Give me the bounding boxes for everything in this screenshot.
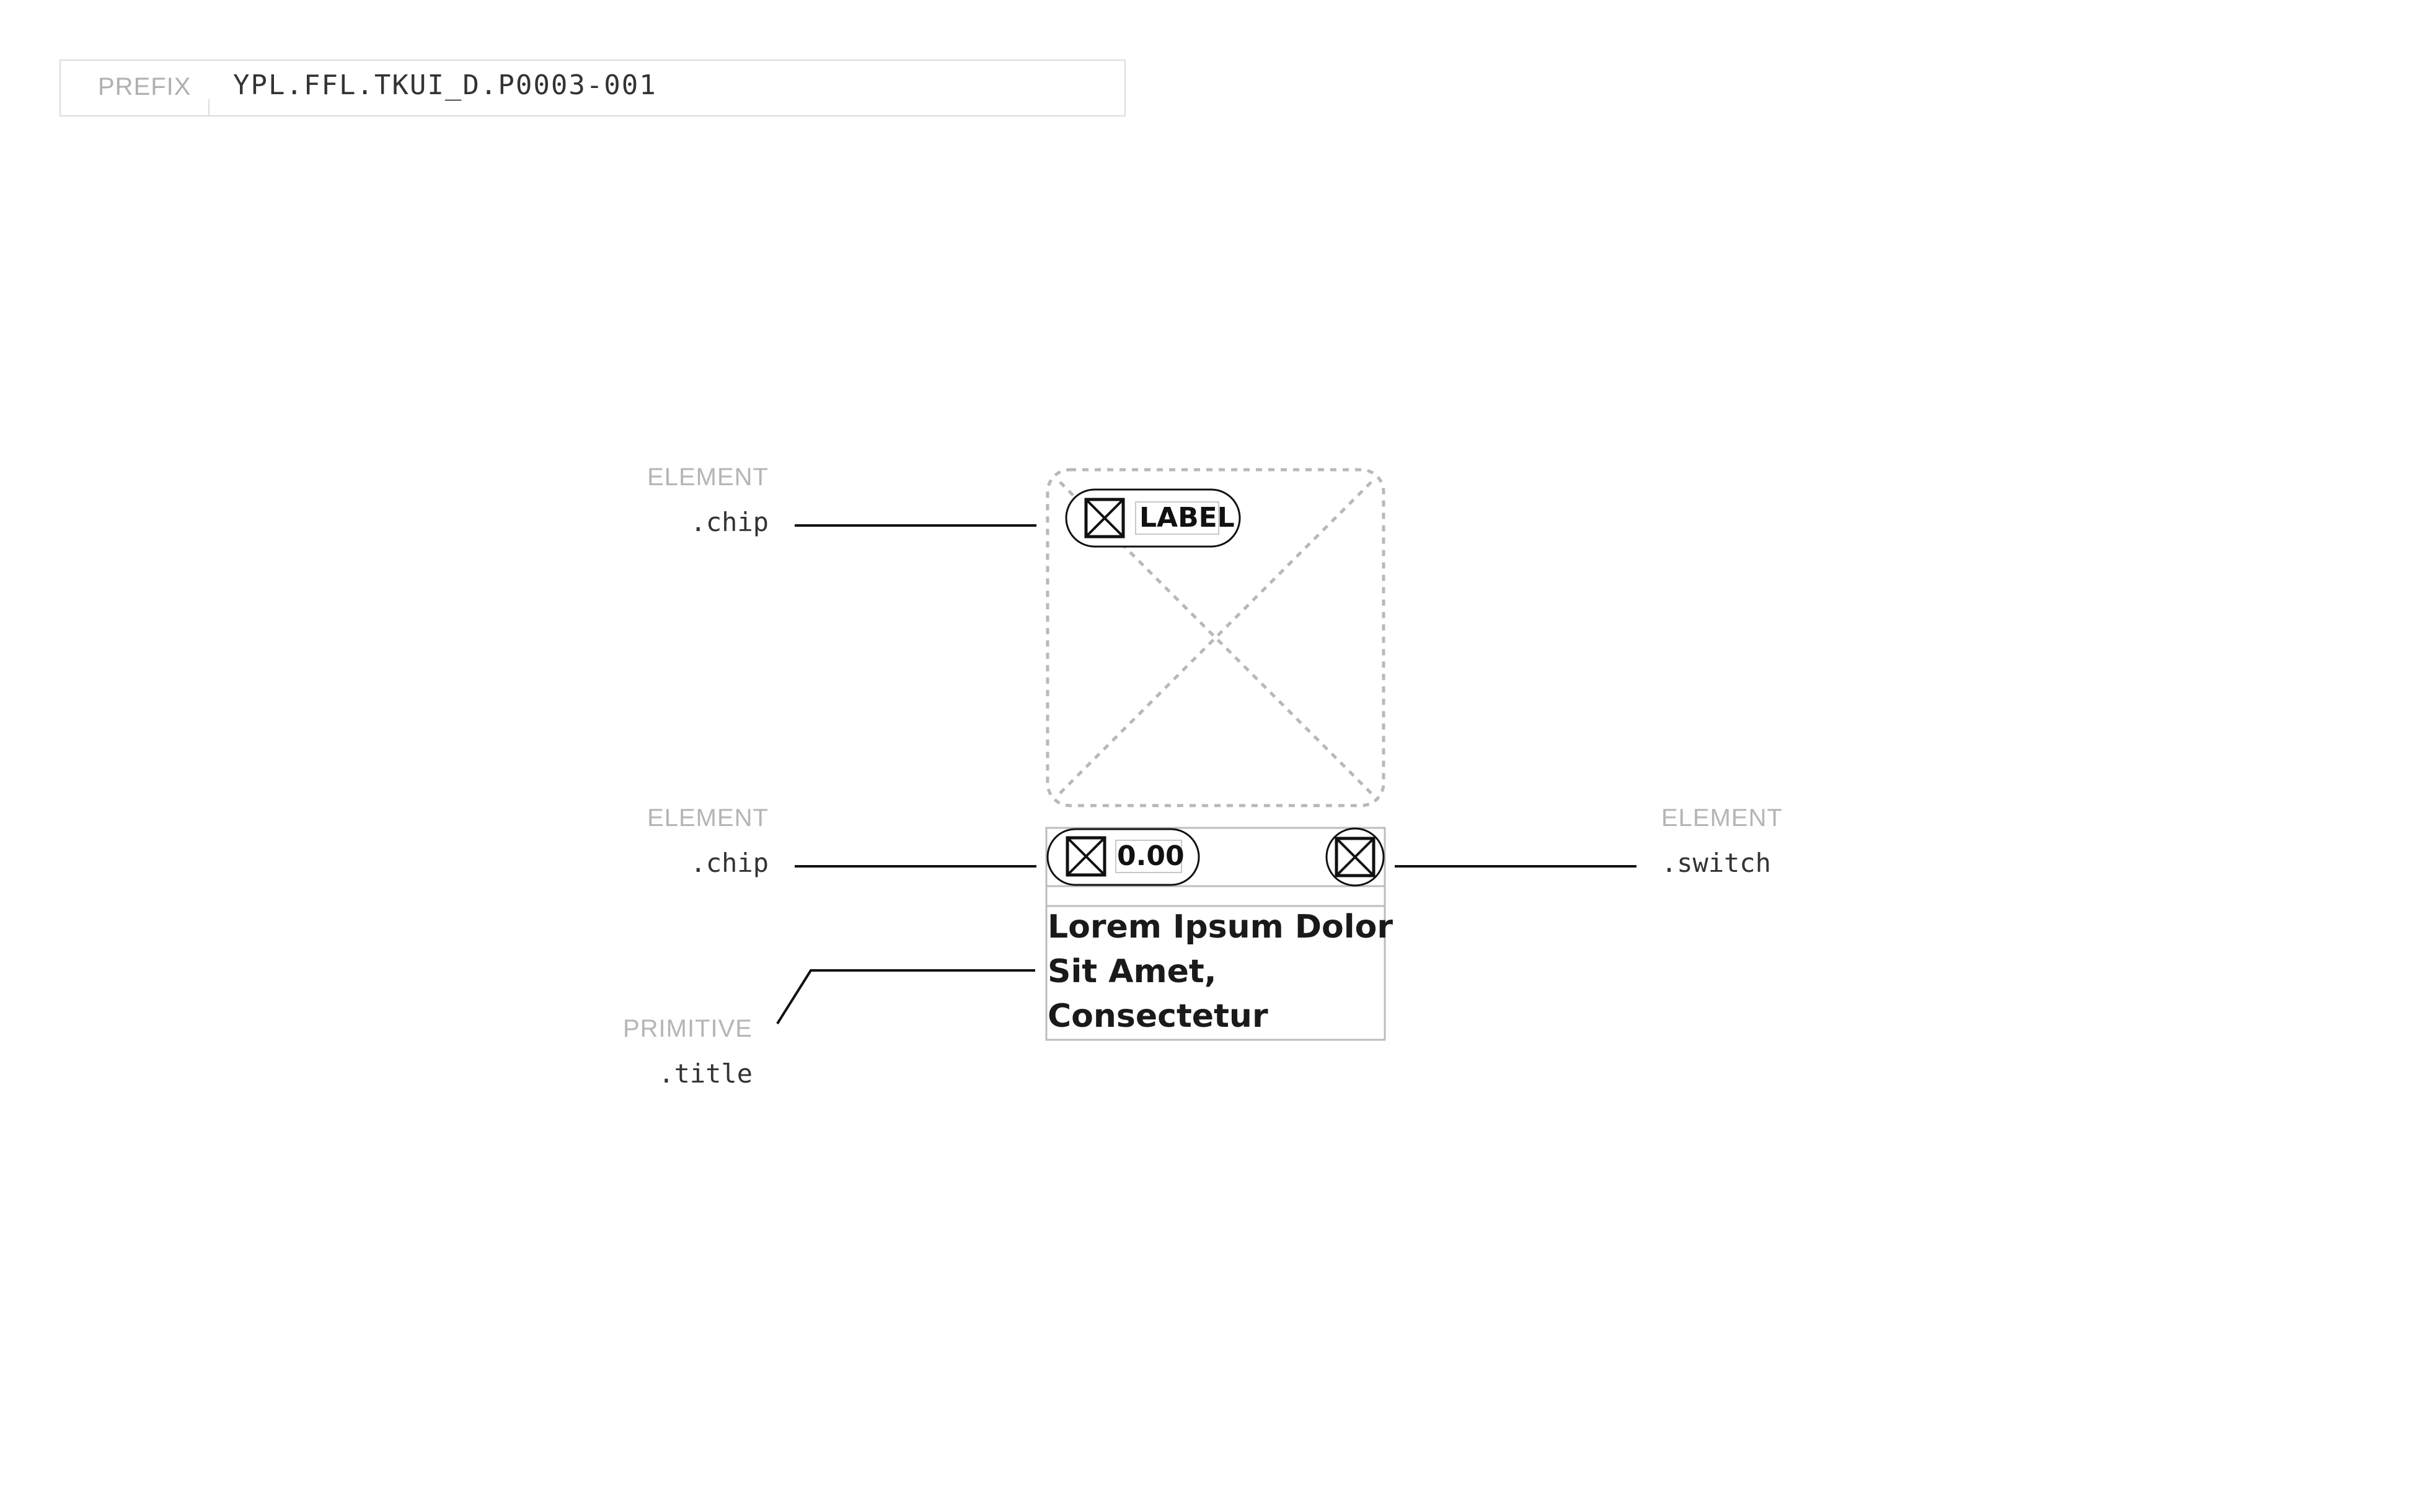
- annotation-type-title: PRIMITIVE: [622, 1015, 753, 1042]
- chip-top-label: LABEL: [1139, 502, 1235, 534]
- chip-value: 0.00: [1117, 840, 1185, 872]
- annotation-class-switch: .switch: [1661, 848, 1772, 878]
- annotation-class-title: .title: [658, 1058, 753, 1089]
- diagram-canvas: [776, 468, 1636, 1041]
- annotation-class-chip-bottom: .chip: [690, 848, 769, 878]
- annotation-type-chip-bottom: ELEMENT: [647, 804, 769, 832]
- title-line-2: Sit Amet,: [1048, 953, 1217, 990]
- title: Lorem Ipsum Dolor Sit Amet, Consectetur: [1048, 905, 1395, 1039]
- title-line-1: Lorem Ipsum Dolor: [1048, 908, 1393, 946]
- annotation-type-chip-top: ELEMENT: [647, 464, 769, 491]
- annotation-type-switch: ELEMENT: [1661, 804, 1783, 832]
- leader-line-title: [776, 969, 1035, 1025]
- annotation-class-chip-top: .chip: [690, 507, 769, 537]
- switch[interactable]: [1325, 827, 1385, 887]
- title-line-3: Consectetur: [1048, 998, 1268, 1035]
